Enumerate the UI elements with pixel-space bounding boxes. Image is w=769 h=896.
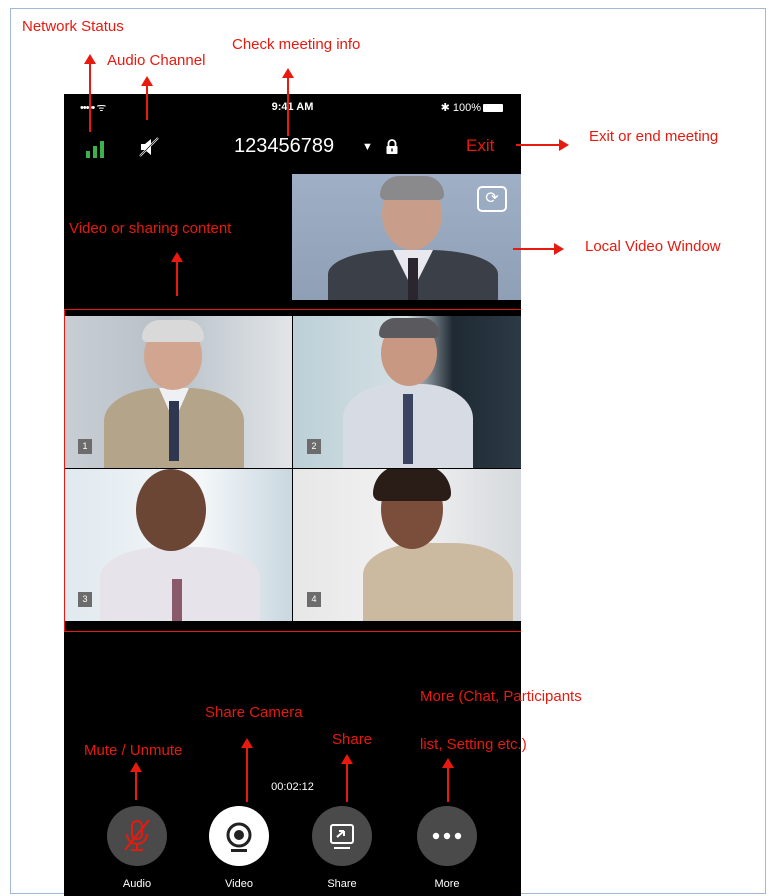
local-video-window[interactable] xyxy=(292,174,521,300)
video-area-highlight xyxy=(64,309,521,632)
lock-icon xyxy=(386,139,398,154)
annotation-network-status: Network Status xyxy=(22,18,124,35)
annotation-local-video-window: Local Video Window xyxy=(585,238,721,255)
arrow-share-camera xyxy=(241,738,253,802)
battery-icon xyxy=(483,104,503,113)
arrow-audio-channel xyxy=(141,76,153,120)
exit-button[interactable]: Exit xyxy=(466,136,494,156)
annotation-mute-unmute: Mute / Unmute xyxy=(84,742,183,759)
arrow-network-status xyxy=(84,54,96,132)
meeting-timer: 00:02:12 xyxy=(271,781,314,793)
annotation-more-line2: list, Setting etc.) xyxy=(420,736,527,753)
more-button[interactable]: More xyxy=(412,806,482,890)
bottom-toolbar: Audio Video Share More xyxy=(64,806,521,896)
arrow-exit xyxy=(516,139,569,151)
arrow-meeting-info xyxy=(282,68,294,136)
audio-button[interactable]: Audio xyxy=(102,806,172,890)
video-grid: 1 2 3 4 xyxy=(64,309,521,632)
camera-icon xyxy=(209,806,269,866)
annotation-exit-or-end: Exit or end meeting xyxy=(589,128,719,145)
meeting-top-bar: 123456789 ▼ Exit xyxy=(64,129,521,165)
more-label: More xyxy=(434,878,460,890)
chevron-down-icon[interactable]: ▼ xyxy=(362,141,373,153)
audio-label: Audio xyxy=(122,878,152,890)
share-label: Share xyxy=(327,878,357,890)
battery-status: ✱ 100% xyxy=(441,101,503,114)
annotation-check-meeting-info: Check meeting info xyxy=(232,36,361,53)
meeting-id[interactable]: 123456789 xyxy=(234,135,334,158)
share-screen-icon xyxy=(312,806,372,866)
annotation-audio-channel: Audio Channel xyxy=(107,52,206,69)
annotation-share-camera: Share Camera xyxy=(205,704,303,721)
video-button[interactable]: Video xyxy=(204,806,274,890)
arrow-share xyxy=(341,754,353,802)
status-bar: ••••• ᯤ 9:41 AM ✱ 100% xyxy=(64,94,521,120)
video-label: Video xyxy=(225,878,253,890)
annotation-more-line1: More (Chat, Participants xyxy=(420,688,582,705)
annotation-share: Share xyxy=(332,731,373,748)
mic-muted-icon xyxy=(107,806,167,866)
arrow-local-video xyxy=(513,243,564,255)
more-dots-icon xyxy=(417,806,477,866)
arrow-more xyxy=(442,758,454,802)
network-bars-icon[interactable] xyxy=(86,136,110,158)
share-button[interactable]: Share xyxy=(307,806,377,890)
camera-switch-icon[interactable] xyxy=(477,186,507,212)
bluetooth-icon: ✱ xyxy=(440,102,450,114)
arrow-mute xyxy=(130,762,142,800)
annotation-video-or-sharing: Video or sharing content xyxy=(69,220,232,237)
phone-screen: ••••• ᯤ 9:41 AM ✱ 100% 123456789 ▼ Exit … xyxy=(64,94,521,896)
arrow-video-sharing xyxy=(171,252,183,296)
speaker-muted-icon[interactable] xyxy=(138,136,160,158)
